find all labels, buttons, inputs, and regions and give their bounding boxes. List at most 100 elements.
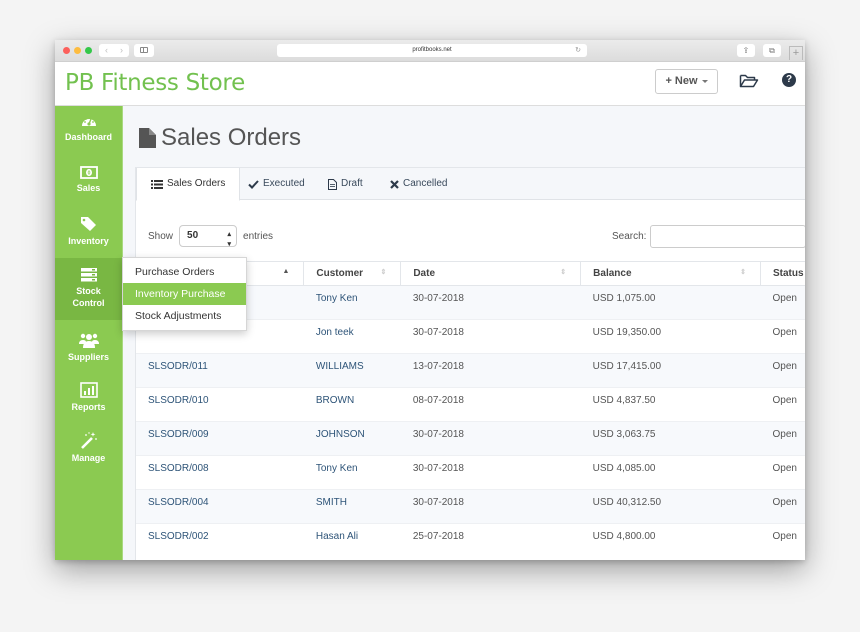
customer-link[interactable]: Tony Ken bbox=[303, 455, 401, 490]
tag-icon bbox=[80, 217, 96, 231]
tab-sales-orders[interactable]: Sales Orders bbox=[136, 168, 241, 201]
times-icon bbox=[390, 179, 399, 189]
date-cell: 13-07-2018 bbox=[400, 353, 581, 388]
menu-item-inventory-purchase[interactable]: Inventory Purchase bbox=[123, 283, 246, 305]
help-icon[interactable]: ? bbox=[782, 73, 796, 87]
table-row[interactable]: SLSODR/011 WILLIAMS 13-07-2018 USD 17,415.0… bbox=[136, 353, 805, 388]
tab-draft[interactable]: Draft bbox=[328, 168, 363, 200]
address-bar[interactable]: profitbooks.net ↻ bbox=[277, 44, 587, 57]
date-cell: 30-07-2018 bbox=[400, 319, 581, 354]
status-cell: Open bbox=[760, 489, 805, 524]
balance-cell: USD 17,415.00 bbox=[580, 353, 761, 388]
customer-link[interactable]: SMITH bbox=[303, 489, 401, 524]
file-text-icon bbox=[328, 178, 337, 190]
entries-select[interactable]: 50 ▴ ▾ bbox=[179, 225, 238, 248]
back-icon[interactable]: ‹ bbox=[99, 44, 114, 57]
order-number-link[interactable]: SLSODR/008 bbox=[136, 455, 304, 490]
order-number-link[interactable]: SLSODR/010 bbox=[136, 387, 304, 422]
list-icon bbox=[151, 179, 163, 189]
new-tab-button[interactable]: + bbox=[789, 46, 803, 60]
tab-executed[interactable]: Executed bbox=[248, 168, 305, 200]
status-cell: Open bbox=[760, 523, 805, 558]
column-header-status[interactable]: Status bbox=[760, 261, 805, 286]
sidebar-item-suppliers[interactable]: Suppliers bbox=[55, 332, 122, 376]
customer-link[interactable]: JOHNSON bbox=[303, 421, 401, 456]
app-header: PB Fitness Store + New ? bbox=[55, 62, 805, 106]
order-number-link[interactable]: SLSODR/002 bbox=[136, 523, 304, 558]
sidebar-item-reports[interactable]: Reports bbox=[55, 382, 122, 426]
balance-cell: USD 19,350.00 bbox=[580, 319, 761, 354]
order-number-link[interactable]: SLSODR/004 bbox=[136, 489, 304, 524]
bar-chart-icon bbox=[79, 382, 98, 398]
server-stack-icon bbox=[80, 268, 97, 282]
close-window-button[interactable] bbox=[63, 47, 70, 54]
maximize-window-button[interactable] bbox=[85, 47, 92, 54]
folder-open-icon[interactable] bbox=[739, 73, 759, 89]
sort-icon: ⇕ bbox=[740, 269, 746, 276]
main-content: Sales Orders Sales Orders Executed Draft… bbox=[122, 106, 805, 560]
tab-label: Draft bbox=[341, 178, 363, 189]
show-tabs-button[interactable]: ⧉ bbox=[763, 44, 781, 57]
share-button[interactable]: ⇪ bbox=[737, 44, 755, 57]
menu-item-purchase-orders[interactable]: Purchase Orders bbox=[123, 261, 246, 283]
date-cell: 25-07-2018 bbox=[400, 523, 581, 558]
table-row[interactable]: SLSODR/009 JOHNSON 30-07-2018 USD 3,063.75 O… bbox=[136, 421, 805, 456]
column-header-customer[interactable]: Customer ⇕ bbox=[303, 261, 402, 286]
sidebar-item-stock-control[interactable]: Stock Control bbox=[55, 258, 122, 320]
sidebar-icon bbox=[140, 47, 148, 53]
forward-icon[interactable]: › bbox=[114, 44, 129, 57]
minimize-window-button[interactable] bbox=[74, 47, 81, 54]
customer-link[interactable]: BROWN bbox=[303, 387, 401, 422]
menu-item-stock-adjustments[interactable]: Stock Adjustments bbox=[123, 305, 246, 327]
balance-cell: USD 4,800.00 bbox=[580, 523, 761, 558]
date-cell: 30-07-2018 bbox=[400, 285, 581, 320]
sidebar-item-dashboard[interactable]: Dashboard bbox=[55, 114, 122, 158]
reload-icon[interactable]: ↻ bbox=[575, 44, 581, 57]
table-row[interactable]: SLSODR/010 BROWN 08-07-2018 USD 4,837.50 Ope… bbox=[136, 387, 805, 422]
page-title-text: Sales Orders bbox=[161, 124, 302, 151]
browser-window: ‹ › profitbooks.net ↻ ⇪ ⧉ + PB Fitness S… bbox=[55, 40, 805, 560]
sidebar-item-inventory[interactable]: Inventory bbox=[55, 216, 122, 260]
sales-orders-panel: Sales Orders Executed Draft Cancelled Sh… bbox=[135, 167, 805, 560]
column-header-balance[interactable]: Balance ⇕ bbox=[580, 261, 761, 286]
history-nav: ‹ › bbox=[99, 44, 129, 57]
search-label: Search: bbox=[612, 231, 647, 242]
status-cell: Open bbox=[760, 285, 805, 320]
table-row[interactable]: SLSODR/002 Hasan Ali 25-07-2018 USD 4,800.0… bbox=[136, 523, 805, 558]
tab-label: Executed bbox=[263, 178, 305, 189]
sidebar-item-label: Dashboard bbox=[64, 132, 112, 142]
tab-label: Cancelled bbox=[403, 178, 448, 189]
table-row[interactable]: SLSODR/008 Tony Ken 30-07-2018 USD 4,085.00… bbox=[136, 455, 805, 490]
status-cell: Open bbox=[760, 421, 805, 456]
sidebar-item-label: Suppliers bbox=[67, 352, 109, 362]
order-number-link[interactable]: SLSODR/009 bbox=[136, 421, 304, 456]
customer-link[interactable]: Tony Ken bbox=[303, 285, 401, 320]
search-input[interactable] bbox=[650, 225, 805, 248]
sidebar-item-sales[interactable]: 0 Sales bbox=[55, 166, 122, 210]
date-cell: 08-07-2018 bbox=[400, 387, 581, 422]
url-text: profitbooks.net bbox=[412, 47, 452, 53]
browser-toolbar: ‹ › profitbooks.net ↻ ⇪ ⧉ + bbox=[55, 40, 805, 62]
sort-asc-icon: ▲ bbox=[282, 268, 290, 275]
brand-title[interactable]: PB Fitness Store bbox=[65, 70, 245, 96]
status-cell: Open bbox=[760, 319, 805, 354]
new-button[interactable]: + New bbox=[655, 69, 718, 94]
balance-cell: USD 4,837.50 bbox=[580, 387, 761, 422]
date-cell: 30-07-2018 bbox=[400, 489, 581, 524]
tab-cancelled[interactable]: Cancelled bbox=[390, 168, 447, 200]
customer-link[interactable]: Hasan Ali bbox=[303, 523, 401, 558]
order-number-link[interactable]: SLSODR/011 bbox=[136, 353, 304, 388]
check-icon bbox=[248, 179, 259, 189]
file-icon bbox=[139, 128, 156, 148]
table-row[interactable]: SLSODR/004 SMITH 30-07-2018 USD 40,312.50 Op… bbox=[136, 489, 805, 524]
sidebar-item-manage[interactable]: Manage bbox=[55, 432, 122, 476]
status-cell: Open bbox=[760, 387, 805, 422]
customer-link[interactable]: WILLIAMS bbox=[303, 353, 401, 388]
customer-link[interactable]: Jon teek bbox=[303, 319, 401, 354]
sidebar: Dashboard 0 Sales Inventory Stock Contro… bbox=[55, 106, 122, 560]
column-header-date[interactable]: Date ⇕ bbox=[400, 261, 582, 286]
select-arrows-icon: ▴ ▾ bbox=[227, 231, 232, 248]
sidebar-toggle-button[interactable] bbox=[134, 44, 154, 57]
balance-cell: USD 4,085.00 bbox=[580, 455, 761, 490]
date-cell: 30-07-2018 bbox=[400, 455, 581, 490]
